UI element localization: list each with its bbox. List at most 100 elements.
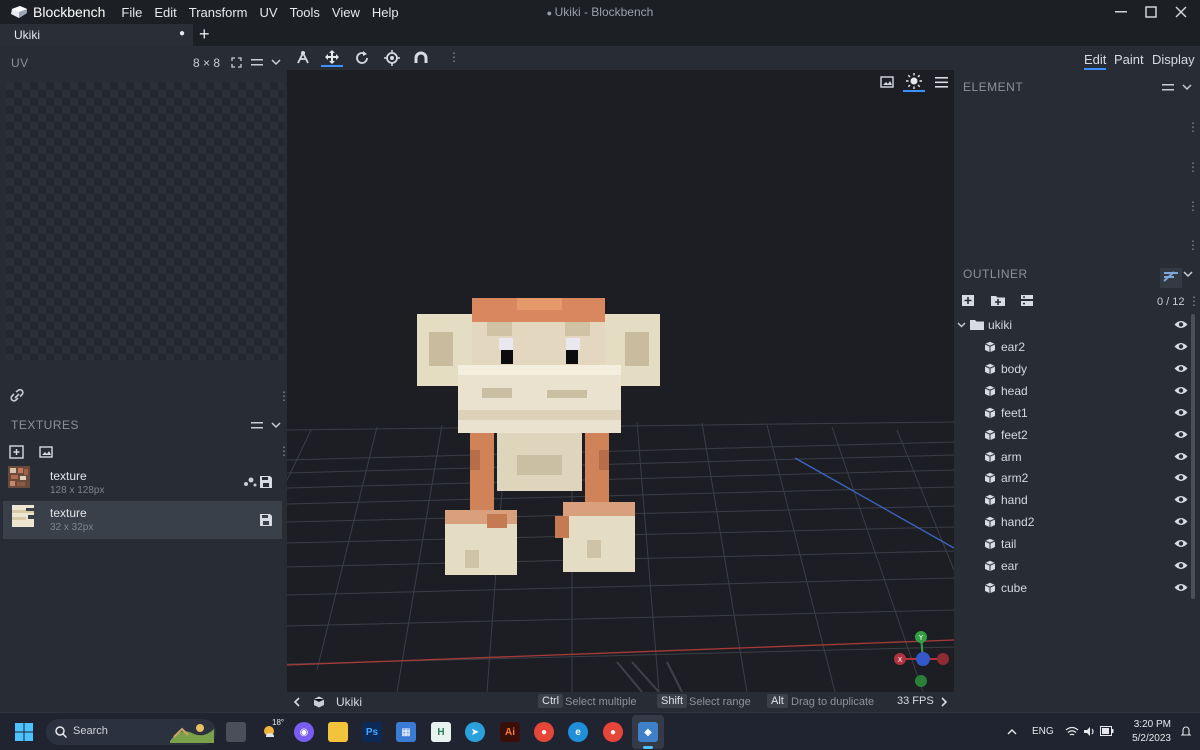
tab-ukiki[interactable]: Ukiki ● <box>0 24 193 46</box>
visibility-eye-icon[interactable] <box>1174 341 1188 352</box>
battery-icon[interactable] <box>1100 726 1114 736</box>
maximize-button[interactable] <box>1136 2 1166 22</box>
chevron-down-icon[interactable] <box>271 422 281 429</box>
outliner-scrollbar[interactable] <box>1191 314 1195 599</box>
outliner-item[interactable]: ear <box>954 555 1194 577</box>
store-icon[interactable]: ▦ <box>396 722 416 742</box>
chrome-profile-icon[interactable]: ● <box>603 722 623 742</box>
add-texture-icon[interactable] <box>9 445 24 459</box>
rotate-tool[interactable] <box>351 49 373 67</box>
texture-item[interactable]: texture 128 x 128px <box>3 464 282 500</box>
language-indicator[interactable]: ENG <box>1032 726 1054 737</box>
vertex-tool[interactable] <box>410 49 432 67</box>
visibility-eye-icon[interactable] <box>1174 407 1188 418</box>
pivot-tool[interactable] <box>381 49 403 67</box>
chevron-up-icon[interactable] <box>1007 728 1017 735</box>
viewport-menu-icon[interactable] <box>935 77 948 88</box>
texture-item-selected[interactable]: texture 32 x 32px <box>3 501 282 539</box>
edge-icon[interactable]: e <box>568 722 588 742</box>
blockbench-taskbar-button[interactable]: ◆ <box>632 715 664 749</box>
visibility-eye-icon[interactable] <box>1174 451 1188 462</box>
illustrator-icon[interactable]: Ai <box>500 722 520 742</box>
volume-icon[interactable] <box>1083 726 1095 737</box>
outliner-item[interactable]: feet2 <box>954 424 1194 446</box>
orientation-gizmo[interactable]: Y X <box>894 631 949 687</box>
vertex-snap-tool[interactable] <box>292 49 314 67</box>
teams-chat-icon[interactable]: ◉ <box>294 722 314 742</box>
particle-icon[interactable] <box>243 476 257 488</box>
link-icon[interactable] <box>8 389 26 403</box>
fullscreen-icon[interactable] <box>231 57 242 68</box>
taskbar-search[interactable]: Search <box>46 719 216 745</box>
visibility-eye-icon[interactable] <box>1174 538 1188 549</box>
photoshop-icon[interactable]: Ps <box>362 722 382 742</box>
menu-transform[interactable]: Transform <box>183 5 254 20</box>
menu-file[interactable]: File <box>115 5 148 20</box>
outliner-item[interactable]: arm <box>954 446 1194 468</box>
uv-grid-size[interactable]: 8 × 8 <box>193 56 220 70</box>
telegram-icon[interactable]: ➤ <box>465 722 485 742</box>
wifi-icon[interactable] <box>1065 726 1079 737</box>
visibility-eye-icon[interactable] <box>1174 582 1188 593</box>
outliner-item[interactable]: arm2 <box>954 467 1194 489</box>
visibility-eye-icon[interactable] <box>1174 385 1188 396</box>
gizmo-neg-x-axis[interactable] <box>937 653 949 665</box>
clock-date[interactable]: 5/2/2023 <box>1127 733 1171 744</box>
chevron-down-icon[interactable] <box>271 59 281 66</box>
windows-start-icon[interactable] <box>15 723 33 741</box>
add-cube-icon[interactable] <box>961 294 975 307</box>
mode-tab-display[interactable]: Display <box>1152 52 1195 67</box>
chevron-left-icon[interactable] <box>293 697 300 707</box>
gizmo-z-axis[interactable] <box>916 652 930 666</box>
more-options-icon[interactable]: ⋮ <box>1187 238 1199 252</box>
panel-menu-icon[interactable] <box>251 58 263 67</box>
save-icon[interactable] <box>259 513 273 527</box>
more-options-icon[interactable]: ⋮ <box>448 50 460 64</box>
outliner-item[interactable]: cube <box>954 577 1194 599</box>
outliner-item[interactable]: hand <box>954 489 1194 511</box>
menu-edit[interactable]: Edit <box>148 5 182 20</box>
new-tab-button[interactable]: + <box>199 24 210 44</box>
visibility-eye-icon[interactable] <box>1174 429 1188 440</box>
mode-tab-edit[interactable]: Edit <box>1084 52 1107 70</box>
close-button[interactable] <box>1166 2 1196 22</box>
save-icon[interactable] <box>259 475 273 489</box>
gizmo-neg-y-axis[interactable] <box>915 675 927 687</box>
visibility-eye-icon[interactable] <box>1174 363 1188 374</box>
menu-view[interactable]: View <box>326 5 366 20</box>
mode-tab-paint[interactable]: Paint <box>1114 52 1144 67</box>
panel-menu-icon[interactable] <box>1162 83 1174 92</box>
menu-help[interactable]: Help <box>366 5 405 20</box>
more-options-icon[interactable]: ⋮ <box>1187 120 1199 134</box>
chevron-down-icon[interactable] <box>1182 84 1192 91</box>
move-tool[interactable] <box>321 49 343 67</box>
import-texture-icon[interactable] <box>39 445 53 459</box>
outliner-item[interactable]: hand2 <box>954 511 1194 533</box>
app-h-icon[interactable]: H <box>431 722 451 742</box>
chevron-down-icon[interactable] <box>957 322 966 328</box>
panel-menu-icon[interactable] <box>251 421 263 430</box>
file-explorer-icon[interactable] <box>328 722 348 742</box>
screenshot-icon[interactable] <box>880 76 894 88</box>
outliner-item[interactable]: feet1 <box>954 402 1194 424</box>
collapse-all-icon[interactable] <box>1020 294 1034 307</box>
menu-tools[interactable]: Tools <box>284 5 326 20</box>
more-options-icon[interactable]: ⋮ <box>1187 199 1199 213</box>
minimize-button[interactable] <box>1106 2 1136 22</box>
outliner-toggle-icon[interactable] <box>1160 268 1182 288</box>
visibility-eye-icon[interactable] <box>1174 472 1188 483</box>
visibility-eye-icon[interactable] <box>1174 494 1188 505</box>
more-options-icon[interactable]: ⋮ <box>1188 294 1200 308</box>
outliner-item[interactable]: head <box>954 380 1194 402</box>
uv-editor-canvas[interactable] <box>6 82 284 360</box>
3d-viewport[interactable]: Y X <box>287 70 954 692</box>
outliner-item[interactable]: ear2 <box>954 336 1194 358</box>
lighting-toggle[interactable] <box>903 72 925 92</box>
notifications-icon[interactable] <box>1180 725 1192 737</box>
chrome-icon[interactable]: ● <box>534 722 554 742</box>
outliner-item[interactable]: tail <box>954 533 1194 555</box>
more-options-icon[interactable]: ⋮ <box>1187 160 1199 174</box>
chevron-right-icon[interactable] <box>941 697 948 707</box>
visibility-eye-icon[interactable] <box>1174 560 1188 571</box>
task-view-icon[interactable] <box>226 722 246 742</box>
